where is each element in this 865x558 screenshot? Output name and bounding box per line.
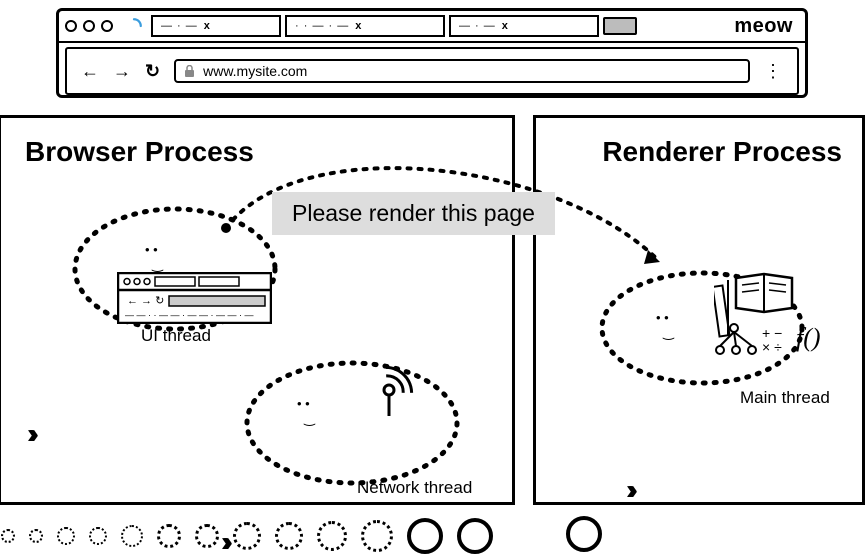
forward-button[interactable]: → xyxy=(113,61,131,82)
network-thread: • • ‿ Network thread xyxy=(237,348,477,503)
main-thread: • • ‿ + −× ÷ f() Main thread xyxy=(592,258,822,403)
function-icon: f() xyxy=(796,323,821,352)
nav-bar: ← → ↻ www.mysite.com ⋮ xyxy=(65,47,799,95)
tab-1[interactable]: — · —x xyxy=(151,15,281,37)
ui-thread: • • ‿ ← → ↻ — — · · — — · — — · — — · — … xyxy=(65,194,295,349)
menu-button[interactable]: ⋮ xyxy=(764,61,783,82)
window-control-max[interactable] xyxy=(101,20,113,32)
packet-dot xyxy=(57,527,75,545)
book-icon xyxy=(736,274,792,312)
close-icon[interactable]: x xyxy=(204,20,210,32)
back-button[interactable]: ← xyxy=(81,61,99,82)
window-control-min[interactable] xyxy=(83,20,95,32)
tab-2[interactable]: · · — · —x xyxy=(285,15,445,37)
packet-circle xyxy=(566,516,602,552)
packet-dot xyxy=(157,524,181,548)
svg-text:← → ↻: ← → ↻ xyxy=(127,295,164,307)
close-icon[interactable]: x xyxy=(502,20,508,32)
lock-icon xyxy=(184,65,195,78)
chevrons-icon: ››› xyxy=(27,418,31,450)
reload-button[interactable]: ↻ xyxy=(145,61,160,82)
renderer-process-title: Renderer Process xyxy=(536,118,862,186)
network-thread-label: Network thread xyxy=(357,478,472,498)
ui-thread-label: UI thread xyxy=(141,326,211,346)
window-control-close[interactable] xyxy=(65,20,77,32)
smiley-face: • • ‿ xyxy=(145,242,163,273)
svg-text:— — · · — — · — — · — — · —: — — · · — — · — — · — — · — xyxy=(125,310,254,320)
browser-mock: — · —x · · — · —x — · —x meow ← → ↻ www.… xyxy=(56,8,808,98)
render-tools-icons: + −× ÷ f() xyxy=(714,268,844,368)
svg-text:× ÷: × ÷ xyxy=(762,339,782,355)
packet-dot xyxy=(361,520,393,552)
packet-dot xyxy=(89,527,107,545)
browser-process-box: Browser Process • • ‿ ← → ↻ — — · · — — … xyxy=(0,115,515,505)
network-thread-blob xyxy=(237,348,477,498)
packet-dot xyxy=(121,525,143,547)
renderer-process-box: Renderer Process • • ‿ + −× ÷ f() Main t… xyxy=(533,115,865,505)
browser-process-title: Browser Process xyxy=(1,118,512,186)
packet-dot xyxy=(317,521,347,551)
browser-brand: meow xyxy=(734,15,799,38)
dom-tree-icon xyxy=(716,324,756,354)
tab-bar: — · —x · · — · —x — · —x meow xyxy=(59,11,805,43)
packet-dot xyxy=(29,529,43,543)
spinner-icon xyxy=(125,17,143,35)
ipc-message: Please render this page xyxy=(272,192,555,235)
packet-circle xyxy=(457,518,493,554)
packet-circle xyxy=(407,518,443,554)
packet-dot xyxy=(233,522,261,550)
antenna-icon xyxy=(369,348,429,418)
url-text: www.mysite.com xyxy=(203,63,307,79)
chevrons-icon: ››› xyxy=(626,474,630,506)
new-tab-button[interactable] xyxy=(603,17,637,35)
smiley-face: • • ‿ xyxy=(297,396,315,427)
url-bar[interactable]: www.mysite.com xyxy=(174,59,750,83)
close-icon[interactable]: x xyxy=(355,20,361,32)
packet-dot xyxy=(195,524,219,548)
mini-browser-icon: ← → ↻ — — · · — — · — — · — — · — xyxy=(117,272,272,324)
smiley-face: • • ‿ xyxy=(656,310,674,341)
main-thread-label: Main thread xyxy=(740,388,830,408)
tab-3[interactable]: — · —x xyxy=(449,15,599,37)
packet-dot xyxy=(1,529,15,543)
packet-dot xyxy=(275,522,303,550)
data-packets xyxy=(1,518,493,554)
